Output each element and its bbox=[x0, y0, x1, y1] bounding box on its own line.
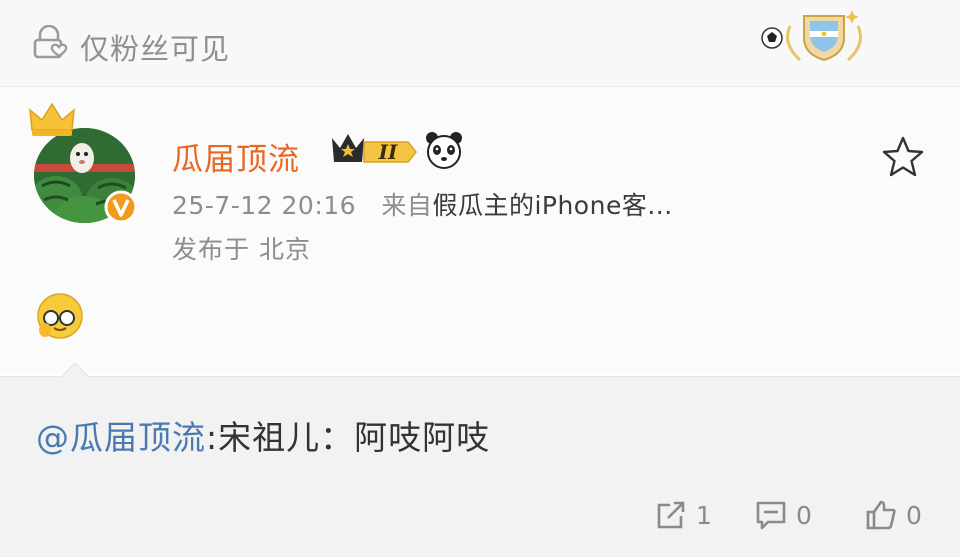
post-meta: 25-7-12 20:16 来自假瓜主的iPhone客... bbox=[172, 186, 673, 222]
crown-icon bbox=[29, 102, 75, 136]
panda-icon bbox=[426, 132, 462, 169]
repost-icon bbox=[657, 501, 685, 529]
visibility-header: 仅粉丝可见 bbox=[0, 0, 960, 87]
visibility-label: 仅粉丝可见 bbox=[80, 32, 231, 66]
rank-badge: II bbox=[332, 134, 417, 164]
quoted-post[interactable]: @瓜届顶流:宋祖儿：阿吱阿吱 1 0 0 bbox=[0, 363, 960, 557]
quoted-text: @瓜届顶流:宋祖儿：阿吱阿吱 bbox=[36, 411, 490, 459]
comment-count: 0 bbox=[796, 500, 812, 530]
quote-pointer bbox=[60, 363, 90, 378]
verified-badge-icon bbox=[104, 190, 138, 224]
post-card bbox=[0, 87, 960, 374]
post-location: 发布于 北京 bbox=[172, 235, 311, 264]
star-outline-icon[interactable] bbox=[880, 134, 926, 180]
football-shield-medal-icon bbox=[761, 10, 862, 62]
thumbs-up-icon bbox=[866, 500, 896, 530]
repost-button[interactable]: 1 bbox=[654, 495, 712, 535]
post-time: 25-7-12 20:16 bbox=[172, 191, 357, 220]
comment-button[interactable]: 0 bbox=[754, 495, 812, 535]
comment-icon bbox=[756, 501, 786, 530]
username[interactable]: 瓜届顶流 bbox=[172, 134, 300, 179]
avatar[interactable] bbox=[28, 100, 140, 225]
post-source[interactable]: 假瓜主的iPhone客... bbox=[432, 191, 672, 220]
action-bar: 1 0 0 bbox=[650, 495, 960, 535]
repost-count: 1 bbox=[696, 500, 712, 530]
like-button[interactable]: 0 bbox=[864, 495, 922, 535]
rank-label: II bbox=[378, 140, 398, 164]
quoted-body: :宋祖儿：阿吱阿吱 bbox=[206, 418, 491, 457]
like-count: 0 bbox=[906, 500, 922, 530]
glasses-face-emoji bbox=[37, 293, 83, 339]
source-prefix: 来自 bbox=[381, 191, 433, 220]
lock-heart-icon bbox=[33, 25, 68, 59]
mention-link[interactable]: @瓜届顶流 bbox=[36, 418, 206, 457]
